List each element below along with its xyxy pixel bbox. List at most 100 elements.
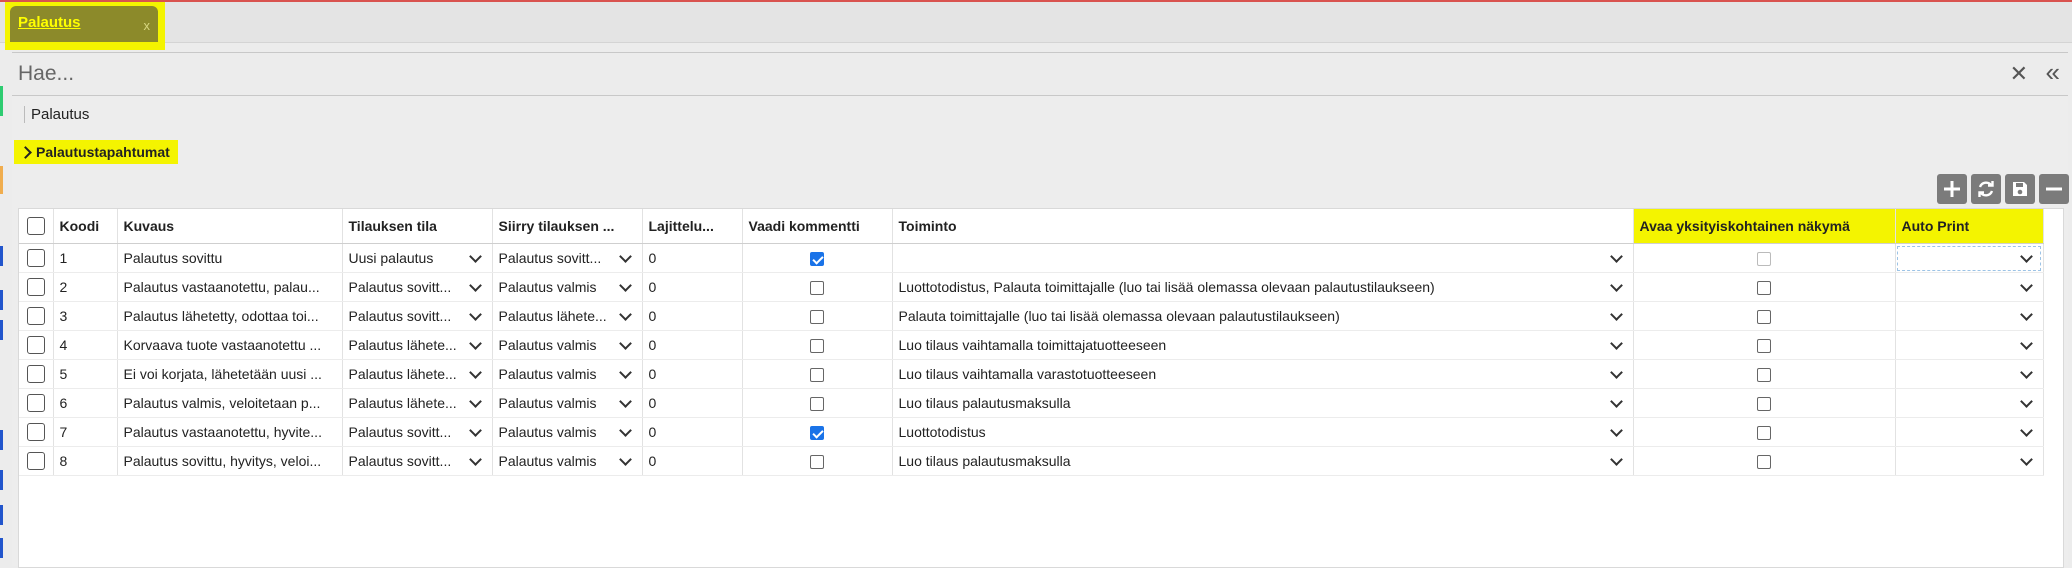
cell-koodi[interactable]: 8 [53, 446, 118, 476]
vaadi-kommentti-checkbox[interactable] [810, 397, 824, 412]
cell-kuvaus[interactable]: Palautus sovittu, hyvitys, veloi... [117, 446, 343, 476]
cell-auto-print[interactable] [1895, 243, 2044, 273]
cell-toiminto[interactable]: Luo tilaus vaihtamalla toimittajatuottee… [892, 330, 1634, 360]
cell-toiminto[interactable]: Luo tilaus palautusmaksulla [892, 388, 1634, 418]
cell-toiminto[interactable]: Luottotodistus [892, 417, 1634, 447]
cell-auto-print[interactable] [1895, 417, 2044, 447]
cell-lajittelu[interactable]: 0 [642, 417, 743, 447]
tila-dropdown[interactable]: Palautus sovitt... [349, 307, 486, 324]
siirry-dropdown[interactable]: Palautus valmis [499, 452, 636, 469]
auto-print-dropdown[interactable] [1902, 452, 2037, 468]
chevron-down-icon[interactable] [468, 278, 482, 292]
cell-auto-print[interactable] [1895, 272, 2044, 302]
table-row[interactable]: 1 Palautus sovittu Uusi palautus Palautus s… [19, 243, 2044, 273]
tab-palautus[interactable]: Palautus x [10, 6, 158, 42]
row-select-checkbox[interactable] [26, 423, 45, 442]
chevron-down-icon[interactable] [468, 452, 482, 466]
column-header-toiminto[interactable]: Toiminto [892, 209, 1634, 244]
column-header-koodi[interactable]: Koodi [53, 209, 118, 244]
cell-toiminto[interactable]: Luo tilaus vaihtamalla varastotuotteesee… [892, 359, 1634, 389]
chevron-down-icon[interactable] [618, 307, 632, 321]
row-select-checkbox[interactable] [26, 278, 45, 297]
auto-print-dropdown[interactable] [1902, 365, 2037, 381]
clear-search-icon[interactable]: ✕ [2010, 61, 2028, 87]
table-row[interactable]: 4 Korvaava tuote vastaanotettu ... Palautu… [19, 330, 2044, 360]
siirry-dropdown[interactable]: Palautus valmis [499, 336, 636, 353]
auto-print-dropdown[interactable] [1902, 307, 2037, 323]
cell-tilauksen-tila[interactable]: Uusi palautus [342, 243, 493, 273]
chevron-down-icon[interactable] [468, 365, 482, 379]
cell-auto-print[interactable] [1895, 359, 2044, 389]
cell-tilauksen-tila[interactable]: Palautus lähete... [342, 359, 493, 389]
toiminto-dropdown[interactable]: Luo tilaus palautusmaksulla [899, 394, 1627, 411]
chevron-down-icon[interactable] [2019, 394, 2033, 408]
cell-kuvaus[interactable]: Palautus sovittu [117, 243, 343, 273]
table-row[interactable]: 5 Ei voi korjata, lähetetään uusi ... Pala… [19, 359, 2044, 389]
column-header-siirry[interactable]: Siirry tilauksen ... [492, 209, 643, 244]
cell-kuvaus[interactable]: Palautus vastaanotettu, palau... [117, 272, 343, 302]
siirry-dropdown[interactable]: Palautus valmis [499, 394, 636, 411]
toiminto-dropdown[interactable]: Luo tilaus vaihtamalla toimittajatuottee… [899, 336, 1627, 353]
cell-kuvaus[interactable]: Palautus valmis, veloitetaan p... [117, 388, 343, 418]
auto-print-dropdown[interactable] [1902, 249, 2037, 265]
vaadi-kommentti-checkbox[interactable] [810, 368, 824, 383]
chevron-down-icon[interactable] [618, 249, 632, 263]
cell-lajittelu[interactable]: 0 [642, 272, 743, 302]
vaadi-kommentti-checkbox[interactable] [810, 252, 824, 267]
chevron-down-icon[interactable] [2019, 307, 2033, 321]
tila-dropdown[interactable]: Palautus lähete... [349, 394, 486, 411]
cell-lajittelu[interactable]: 0 [642, 243, 743, 273]
tila-dropdown[interactable]: Uusi palautus [349, 249, 486, 266]
tila-dropdown[interactable]: Palautus lähete... [349, 336, 486, 353]
chevron-down-icon[interactable] [618, 365, 632, 379]
column-header-vaadi-kommentti[interactable]: Vaadi kommentti [742, 209, 893, 244]
cell-siirry[interactable]: Palautus valmis [492, 359, 643, 389]
minimize-button[interactable] [2039, 174, 2069, 204]
cell-auto-print[interactable] [1895, 301, 2044, 331]
search-input[interactable] [16, 58, 1720, 90]
chevron-down-icon[interactable] [618, 394, 632, 408]
chevron-down-icon[interactable] [1609, 307, 1623, 321]
vaadi-kommentti-checkbox[interactable] [810, 339, 824, 354]
row-select-checkbox[interactable] [26, 336, 45, 355]
table-row[interactable]: 8 Palautus sovittu, hyvitys, veloi... Pala… [19, 446, 2044, 476]
cell-tilauksen-tila[interactable]: Palautus sovitt... [342, 272, 493, 302]
chevron-down-icon[interactable] [468, 249, 482, 263]
table-row[interactable]: 7 Palautus vastaanotettu, hyvite... Palaut… [19, 417, 2044, 447]
row-select-checkbox[interactable] [26, 394, 45, 413]
cell-lajittelu[interactable]: 0 [642, 359, 743, 389]
avaa-checkbox[interactable] [1757, 281, 1771, 296]
avaa-checkbox[interactable] [1757, 397, 1771, 412]
siirry-dropdown[interactable]: Palautus sovitt... [499, 249, 636, 266]
chevron-down-icon[interactable] [2019, 278, 2033, 292]
chevron-down-icon[interactable] [1609, 423, 1623, 437]
row-select-checkbox[interactable] [26, 249, 45, 268]
cell-toiminto[interactable]: Luo tilaus palautusmaksulla [892, 446, 1634, 476]
subsection-toggle[interactable]: Palautustapahtumat [14, 140, 178, 164]
column-header-lajittelu[interactable]: Lajittelu... [642, 209, 743, 244]
cell-auto-print[interactable] [1895, 446, 2044, 476]
chevron-down-icon[interactable] [618, 278, 632, 292]
tila-dropdown[interactable]: Palautus sovitt... [349, 423, 486, 440]
auto-print-dropdown[interactable] [1902, 278, 2037, 294]
avaa-checkbox[interactable] [1757, 339, 1771, 354]
chevron-down-icon[interactable] [2019, 365, 2033, 379]
cell-siirry[interactable]: Palautus valmis [492, 446, 643, 476]
avaa-checkbox[interactable] [1757, 455, 1771, 470]
chevron-down-icon[interactable] [1609, 452, 1623, 466]
chevron-down-icon[interactable] [1609, 278, 1623, 292]
chevron-down-icon[interactable] [618, 452, 632, 466]
cell-lajittelu[interactable]: 0 [642, 388, 743, 418]
row-select-checkbox[interactable] [26, 452, 45, 471]
column-header-auto-print[interactable]: Auto Print [1895, 209, 2044, 244]
chevron-down-icon[interactable] [1609, 249, 1623, 263]
cell-tilauksen-tila[interactable]: Palautus lähete... [342, 388, 493, 418]
chevron-down-icon[interactable] [2019, 423, 2033, 437]
cell-kuvaus[interactable]: Palautus vastaanotettu, hyvite... [117, 417, 343, 447]
cell-kuvaus[interactable]: Korvaava tuote vastaanotettu ... [117, 330, 343, 360]
cell-koodi[interactable]: 4 [53, 330, 118, 360]
chevron-down-icon[interactable] [468, 394, 482, 408]
cell-koodi[interactable]: 1 [53, 243, 118, 273]
refresh-button[interactable] [1971, 174, 2001, 204]
cell-lajittelu[interactable]: 0 [642, 446, 743, 476]
